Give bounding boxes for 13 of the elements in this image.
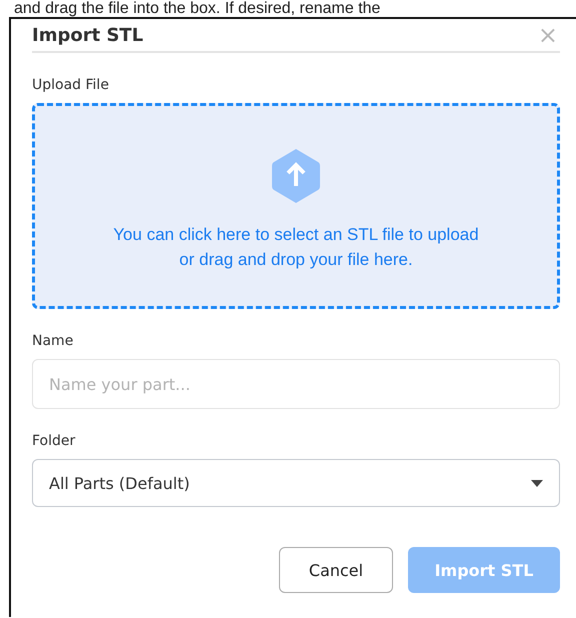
name-input-field[interactable]: Name your part... <box>32 359 560 409</box>
field-label: Upload File <box>32 77 110 93</box>
file-drop-zone[interactable]: You can click here to select an STL file to upload or drag and drop your file here. <box>32 103 560 309</box>
field-label: Folder <box>32 433 76 449</box>
drop-instruction-text: You can click here to select an STL file to upload or drag and drop your file here. <box>113 224 479 271</box>
cancel-button[interactable]: Cancel <box>279 547 393 593</box>
caret-icon <box>531 480 543 486</box>
dialog-title: Import STL <box>32 24 144 46</box>
close-button[interactable]: × <box>536 22 560 48</box>
field-label: Name <box>32 333 74 349</box>
instruction-text: and drag the file into the box. If desired, rename the <box>13 0 382 17</box>
folder-dropdown[interactable]: All Parts (Default) <box>32 459 560 507</box>
upload-icon <box>271 148 321 204</box>
